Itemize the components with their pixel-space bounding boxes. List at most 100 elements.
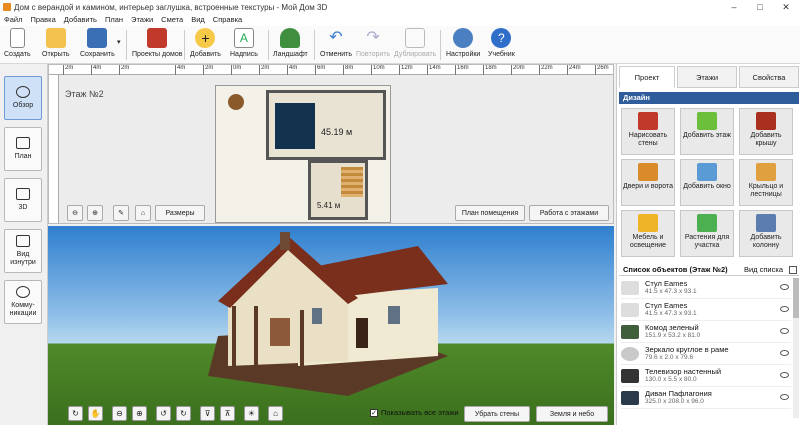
ruler-tick: 2m bbox=[119, 65, 129, 75]
sizes-button[interactable]: Размеры bbox=[155, 205, 205, 221]
zoom-out-button[interactable]: ⊖ bbox=[67, 205, 83, 221]
object-name: Стул Eames bbox=[645, 301, 688, 310]
add-window-button[interactable]: Добавить окно bbox=[680, 159, 734, 206]
object-list-item[interactable]: Стул Eames 41.5 x 47.3 x 93.1 bbox=[621, 300, 791, 321]
show-all-floors-toggle[interactable]: ✓ Показывать все этажи bbox=[370, 408, 459, 417]
menu-estimate[interactable]: Смета bbox=[161, 14, 183, 26]
zoom-out-3d-button[interactable]: ⊖ bbox=[112, 406, 127, 421]
floors-work-button[interactable]: Работа с этажами bbox=[529, 205, 609, 221]
plan-view[interactable]: 2m 4m 2m 4m 2m 0m 2m 4m 6m 8m 10m 12m 14… bbox=[48, 64, 614, 224]
ruler-tick: 0m bbox=[231, 65, 241, 75]
menu-plan[interactable]: План bbox=[105, 14, 123, 26]
object-list-item[interactable]: Диван Пафлагония 325.0 x 208.0 x 96.0 bbox=[621, 388, 791, 409]
visibility-eye-icon[interactable] bbox=[780, 372, 789, 378]
home-3d-button[interactable]: ⌂ bbox=[268, 406, 283, 421]
tilt-down-button[interactable]: ⊼ bbox=[220, 406, 235, 421]
visibility-eye-icon[interactable] bbox=[780, 328, 789, 334]
tilt-up-button[interactable]: ⊽ bbox=[200, 406, 215, 421]
save-button[interactable]: Сохранить bbox=[80, 28, 115, 58]
visibility-eye-icon[interactable] bbox=[780, 350, 789, 356]
light-bulb-icon: ☀ bbox=[247, 409, 256, 418]
objects-header: Список объектов (Этаж №2) Вид списка bbox=[619, 264, 799, 276]
redo-button[interactable]: ↷ Повторить bbox=[356, 28, 390, 58]
inside-view-button[interactable]: Вид изнутри bbox=[4, 229, 42, 273]
list-view-icon[interactable] bbox=[789, 266, 797, 274]
communications-button[interactable]: Комму-никации bbox=[4, 280, 42, 324]
add-button[interactable]: + Добавить bbox=[190, 28, 221, 58]
visibility-eye-icon[interactable] bbox=[780, 284, 789, 290]
label-label: Надпись bbox=[230, 51, 258, 58]
tab-project[interactable]: Проект bbox=[619, 66, 675, 88]
create-button[interactable]: Создать bbox=[4, 28, 31, 58]
floor-plan-drawing[interactable]: 45.19 м 5.41 м bbox=[215, 85, 391, 223]
save-dropdown-icon[interactable]: ▾ bbox=[117, 38, 121, 46]
settings-button[interactable]: Настройки bbox=[446, 28, 480, 58]
object-list-item[interactable]: Зеркало круглое в раме 79.6 x 2.0 x 79.6 bbox=[621, 344, 791, 365]
zoom-in-button[interactable]: ⊕ bbox=[87, 205, 103, 221]
room-living[interactable]: 45.19 м bbox=[266, 90, 386, 160]
menu-add[interactable]: Добавить bbox=[64, 14, 97, 26]
earth-sky-button[interactable]: Земля и небо bbox=[536, 406, 608, 422]
tab-floors[interactable]: Этажи bbox=[677, 66, 737, 88]
round-table[interactable] bbox=[228, 94, 244, 110]
add-column-button[interactable]: Добавить колонну bbox=[739, 210, 793, 257]
maximize-icon[interactable]: □ bbox=[748, 0, 772, 14]
rotate-360-button[interactable]: ↻ bbox=[68, 406, 83, 421]
visibility-eye-icon[interactable] bbox=[780, 394, 789, 400]
undo-button[interactable]: ↶ Отменить bbox=[320, 28, 352, 58]
objects-header-label: Список объектов (Этаж №2) bbox=[623, 265, 728, 274]
3d-view-button[interactable]: 3D bbox=[4, 178, 42, 222]
home-button[interactable]: ⌂ bbox=[135, 205, 151, 221]
porch-post bbox=[254, 306, 258, 370]
rotate-right-button[interactable]: ↻ bbox=[176, 406, 191, 421]
remove-walls-button[interactable]: Убрать стены bbox=[464, 406, 530, 422]
porch-stairs-button[interactable]: Крыльцо и лестницы bbox=[739, 159, 793, 206]
house-3d-model[interactable] bbox=[48, 226, 614, 425]
menu-file[interactable]: Файл bbox=[4, 14, 22, 26]
furniture-lighting-button[interactable]: Мебель и освещение bbox=[621, 210, 675, 257]
pan-button[interactable]: ✋ bbox=[88, 406, 103, 421]
plants-button[interactable]: Растения для участка bbox=[680, 210, 734, 257]
room-stair[interactable]: 5.41 м bbox=[308, 160, 368, 220]
zoom-out-icon: ⊖ bbox=[72, 210, 78, 217]
object-list-scrollbar[interactable] bbox=[793, 278, 799, 418]
close-icon[interactable]: ✕ bbox=[774, 0, 798, 14]
projects-button[interactable]: Проекты домов bbox=[132, 28, 182, 58]
menu-floors[interactable]: Этажи bbox=[131, 14, 153, 26]
rotate-left-button[interactable]: ↺ bbox=[156, 406, 171, 421]
doors-gates-button[interactable]: Двери и ворота bbox=[621, 159, 675, 206]
window-title: Дом с верандой и камином, интерьер заглу… bbox=[14, 2, 328, 12]
ruler-tick: 22m bbox=[539, 65, 553, 75]
object-list-item[interactable]: Телевизор настенный 130.0 x 5.5 x 80.0 bbox=[621, 366, 791, 387]
add-floor-button[interactable]: Добавить этаж bbox=[680, 108, 734, 155]
label-button[interactable]: A Надпись bbox=[230, 28, 258, 58]
landscape-button[interactable]: Ландшафт bbox=[273, 28, 308, 58]
menu-view[interactable]: Вид bbox=[191, 14, 205, 26]
draw-walls-button[interactable]: Нарисовать стены bbox=[621, 108, 675, 155]
visibility-eye-icon[interactable] bbox=[780, 306, 789, 312]
object-list-item[interactable]: Стул Eames 41.5 x 47.3 x 93.1 bbox=[621, 278, 791, 299]
show-all-floors-checkbox[interactable]: ✓ bbox=[370, 408, 378, 417]
object-name: Телевизор настенный bbox=[645, 367, 722, 376]
duplicate-button[interactable]: Дублировать bbox=[394, 28, 436, 58]
plan-view-button[interactable]: План bbox=[4, 127, 42, 171]
menu-help[interactable]: Справка bbox=[213, 14, 242, 26]
minimize-icon[interactable]: – bbox=[722, 0, 746, 14]
measure-button[interactable]: ✎ bbox=[113, 205, 129, 221]
eye-icon bbox=[16, 86, 30, 98]
floppy-disk-icon bbox=[87, 28, 108, 48]
lighting-button[interactable]: ☀ bbox=[244, 406, 259, 421]
window bbox=[312, 308, 322, 324]
menu-edit[interactable]: Правка bbox=[30, 14, 55, 26]
view-list-button[interactable]: Вид списка bbox=[744, 264, 783, 276]
open-button[interactable]: Открыть bbox=[42, 28, 70, 58]
tab-properties[interactable]: Свойства bbox=[739, 66, 799, 88]
add-window-label: Добавить окно bbox=[683, 183, 731, 190]
overview-button[interactable]: Обзор bbox=[4, 76, 42, 120]
object-list-item[interactable]: Комод зеленый 151.9 x 53.2 x 81.0 bbox=[621, 322, 791, 343]
zoom-in-3d-button[interactable]: ⊕ bbox=[132, 406, 147, 421]
add-roof-button[interactable]: Добавить крышу bbox=[739, 108, 793, 155]
room-plan-button[interactable]: План помещения bbox=[455, 205, 525, 221]
tutorial-button[interactable]: ? Учебник bbox=[488, 28, 515, 58]
3d-view[interactable]: ↻ ✋ ⊖ ⊕ ↺ ↻ ⊽ ⊼ ☀ ⌂ ✓ Показывать все эта… bbox=[48, 226, 614, 425]
